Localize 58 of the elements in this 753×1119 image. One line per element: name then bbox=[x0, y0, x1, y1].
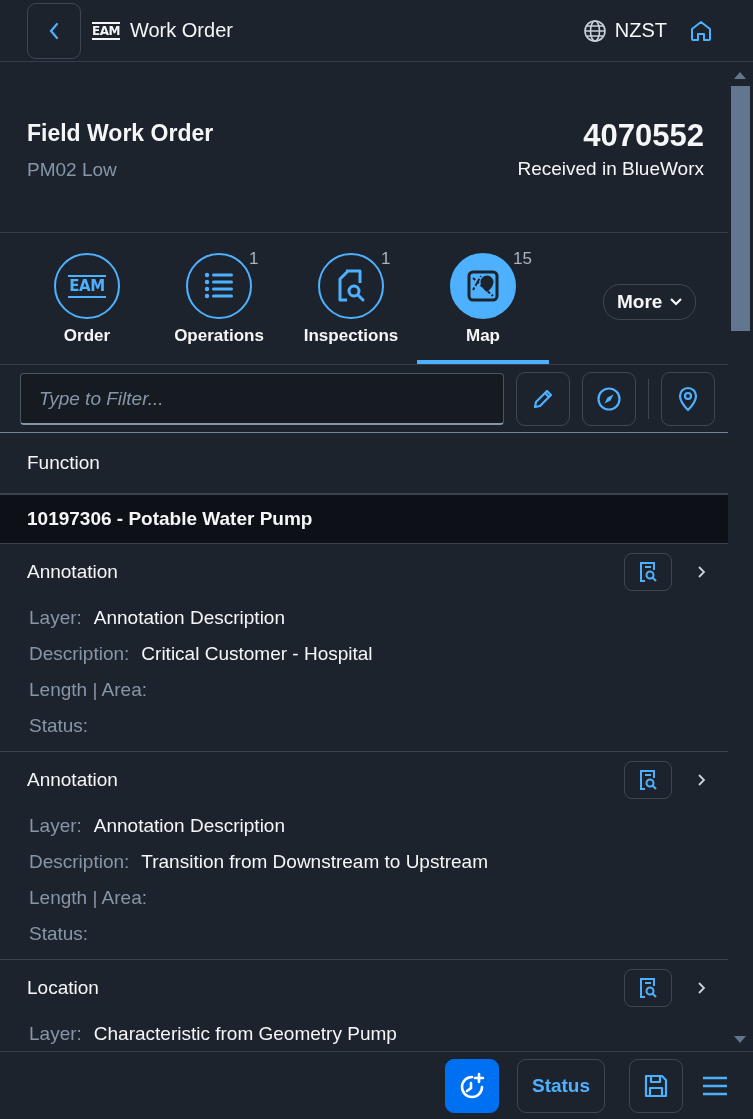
pencil-icon bbox=[531, 387, 555, 411]
location-button[interactable] bbox=[661, 372, 715, 426]
list-icon bbox=[186, 253, 252, 319]
compass-icon bbox=[596, 386, 622, 412]
feature-title: Annotation bbox=[27, 561, 119, 583]
chevron-down-icon bbox=[669, 297, 684, 307]
field-value: Characteristic from Geometry Pump bbox=[93, 1023, 397, 1045]
edit-button[interactable] bbox=[516, 372, 570, 426]
timezone-label: NZST bbox=[614, 19, 667, 42]
field-label: Description: bbox=[29, 851, 130, 873]
document-search-icon bbox=[638, 977, 658, 999]
inspect-button[interactable] bbox=[624, 553, 672, 591]
add-time-button[interactable] bbox=[445, 1058, 499, 1113]
document-search-icon bbox=[638, 561, 658, 583]
eam-logo-icon: EAM bbox=[54, 253, 120, 319]
document-search-icon bbox=[638, 769, 658, 791]
order-number: 4070552 bbox=[582, 118, 704, 154]
order-title: Field Work Order bbox=[27, 120, 214, 147]
field-label: Layer: bbox=[29, 1023, 82, 1045]
menu-icon[interactable] bbox=[701, 1074, 729, 1097]
count-label: 1 bbox=[249, 249, 259, 269]
field-label: Layer: bbox=[29, 607, 82, 629]
field-label: Length | Area: bbox=[29, 887, 147, 909]
save-button[interactable] bbox=[629, 1058, 683, 1113]
field-label: Description: bbox=[29, 643, 130, 665]
more-button[interactable]: More bbox=[603, 284, 697, 320]
field-value: Transition from Downstream to Upstream bbox=[141, 851, 488, 873]
inspect-button[interactable] bbox=[624, 761, 672, 799]
order-status: Received in BlueWorx bbox=[517, 158, 704, 180]
count-label: 1 bbox=[381, 249, 391, 269]
order-priority: PM02 Low bbox=[27, 159, 118, 181]
feature-title: Location bbox=[27, 977, 100, 999]
back-icon bbox=[48, 21, 60, 40]
page-title: Work Order bbox=[129, 19, 234, 42]
tab[interactable]: EAM Order bbox=[21, 233, 153, 364]
clock-add-icon bbox=[458, 1071, 486, 1100]
field-value: Annotation Description bbox=[93, 607, 285, 629]
globe-icon bbox=[582, 18, 607, 43]
group-header: 10197306 - Potable Water Pump bbox=[0, 495, 728, 544]
field-label: Length | Area: bbox=[29, 679, 147, 701]
field-label: Status: bbox=[29, 715, 89, 737]
document-search-icon bbox=[318, 253, 384, 319]
field-label: Layer: bbox=[29, 815, 82, 837]
field-value: Annotation Description bbox=[93, 815, 285, 837]
filter-field[interactable]: Type to Filter... bbox=[20, 373, 504, 425]
inspect-button[interactable] bbox=[624, 969, 672, 1007]
field-label: Status: bbox=[29, 923, 89, 945]
chevron-right-icon[interactable] bbox=[696, 565, 706, 579]
status-button[interactable]: Status bbox=[517, 1058, 605, 1113]
home-icon[interactable] bbox=[689, 18, 713, 43]
field-value: Critical Customer - Hospital bbox=[141, 643, 373, 665]
chevron-right-icon[interactable] bbox=[696, 981, 706, 995]
chevron-right-icon[interactable] bbox=[696, 773, 706, 787]
feature-title: Annotation bbox=[27, 769, 119, 791]
location-pin-icon bbox=[677, 386, 699, 412]
count-label: 15 bbox=[513, 249, 532, 269]
save-icon bbox=[643, 1072, 669, 1099]
compass-button[interactable] bbox=[582, 372, 636, 426]
